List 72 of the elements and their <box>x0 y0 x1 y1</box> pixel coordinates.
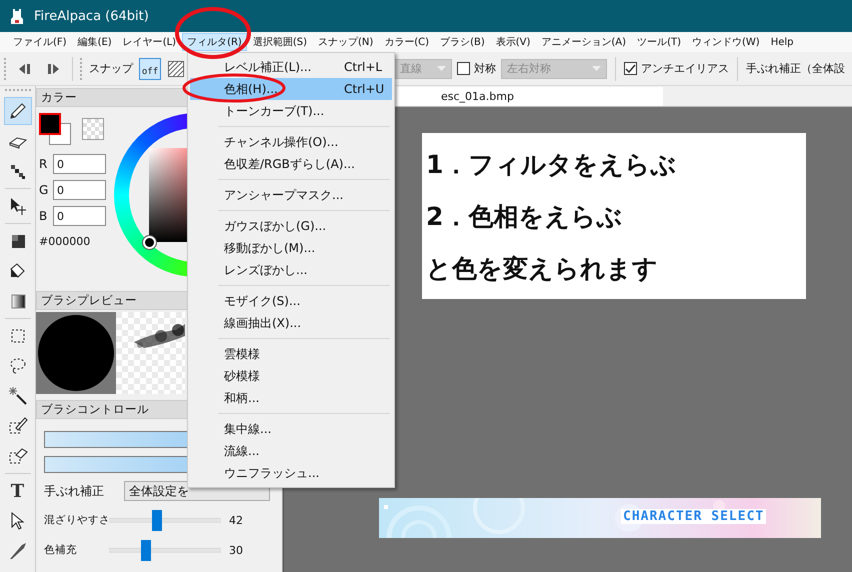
channel-input[interactable]: 0 <box>53 154 106 174</box>
text-tool[interactable]: T <box>4 477 32 505</box>
color-swatch-pair[interactable] <box>39 113 71 145</box>
symmetry-label: 対称 <box>474 61 496 76</box>
next-frame-icon[interactable] <box>46 62 60 74</box>
menu-item[interactable]: 選択範囲(S) <box>248 33 312 51</box>
selection-pen-icon <box>8 416 28 436</box>
channel-label: G <box>39 183 48 197</box>
menu-item[interactable]: ウニフラッシュ... <box>190 462 392 484</box>
channel-label: R <box>39 157 48 171</box>
pencil-icon <box>8 101 28 121</box>
menu-item[interactable]: ブラシ(B) <box>435 33 490 51</box>
menu-item[interactable]: ツール(T) <box>632 33 686 51</box>
menu-item[interactable]: レベル補正(L)... Ctrl+L <box>190 56 392 78</box>
snap-label: スナップ <box>89 61 133 76</box>
menu-item[interactable]: フィルタ(R) <box>182 33 247 51</box>
hex-code: #000000 <box>39 235 92 248</box>
menu-item[interactable]: 表示(V) <box>490 33 536 51</box>
menu-item[interactable]: カラー(C) <box>379 33 434 51</box>
antialias-checkbox[interactable] <box>624 62 637 75</box>
instruction-text: と色を変えられます <box>426 253 659 285</box>
menu-item[interactable]: ガウスぼかし(G)... <box>190 215 392 237</box>
menu-item[interactable]: ウィンドウ(W) <box>686 33 765 51</box>
selection-eraser-icon <box>8 446 28 466</box>
alpaca-icon <box>10 8 24 24</box>
menu-item[interactable]: アニメーション(A) <box>536 33 632 51</box>
snap-off-button[interactable]: off <box>139 58 161 80</box>
slider-value: 30 <box>229 544 243 556</box>
slider-label: 混ざりやすさ <box>44 513 109 527</box>
caret-icon <box>437 66 446 71</box>
stabilizer-label: 手ぶれ補正（全体設 <box>746 61 845 76</box>
menu-item[interactable]: Help <box>766 34 798 50</box>
menu-item[interactable]: 線画抽出(X)... <box>190 312 392 334</box>
channel-input[interactable]: 0 <box>53 206 106 226</box>
instruction-text: 2．色相をえらぶ <box>426 201 624 233</box>
blade-icon <box>8 541 28 561</box>
slider-value: 42 <box>229 514 243 526</box>
menu-item[interactable]: チャンネル操作(O)... <box>190 131 392 153</box>
menu-item[interactable]: アンシャープマスク... <box>190 184 392 206</box>
slider-label: 色補充 <box>44 543 78 557</box>
menu-item[interactable]: 色相(H)... Ctrl+U <box>190 78 392 100</box>
menu-item[interactable]: 砂模様 <box>190 365 392 387</box>
document-tab[interactable]: esc_01a.bmp <box>397 87 663 106</box>
magic-wand-icon <box>8 386 28 406</box>
banner-title: CHARACTER SELECT <box>621 509 766 524</box>
stabilizer-label: 手ぶれ補正 <box>44 482 104 500</box>
slider-thumb[interactable] <box>152 510 162 530</box>
pen-tool[interactable] <box>4 97 32 125</box>
checkmark-icon <box>625 63 636 74</box>
menu-item[interactable]: 編集(E) <box>72 33 117 51</box>
menu-item[interactable]: 移動ぼかし(M)... <box>190 237 392 259</box>
instruction-text: 1．フィルタをえらぶ <box>426 149 678 181</box>
caret-icon <box>592 66 601 71</box>
channel-label: B <box>39 209 48 223</box>
menu-item[interactable]: スナップ(N) <box>312 33 378 51</box>
menu-item[interactable]: 集中線... <box>190 418 392 440</box>
menu-item[interactable]: ファイル(F) <box>8 33 72 51</box>
channel-input[interactable]: 0 <box>53 180 106 200</box>
menu-item[interactable]: 雲模様 <box>190 343 392 365</box>
menu-item[interactable]: レイヤー(L) <box>118 33 182 51</box>
menu-item[interactable]: レンズぼかし... <box>190 259 392 281</box>
previous-frame-icon[interactable] <box>18 62 32 74</box>
slider-thumb[interactable] <box>140 540 151 560</box>
menu-item[interactable]: 流線... <box>190 440 392 462</box>
lasso-icon <box>8 356 28 376</box>
menu-item[interactable]: 色収差/RGBずらし(A)... <box>190 153 392 175</box>
symmetry-checkbox[interactable] <box>457 62 470 75</box>
transparent-color-swatch[interactable] <box>82 118 104 140</box>
color-picker-handle[interactable] <box>143 236 156 249</box>
antialias-label: アンチエイリアス <box>641 61 729 76</box>
hatch-icon <box>168 60 184 76</box>
window-title: FireAlpaca (64bit) <box>34 8 149 24</box>
